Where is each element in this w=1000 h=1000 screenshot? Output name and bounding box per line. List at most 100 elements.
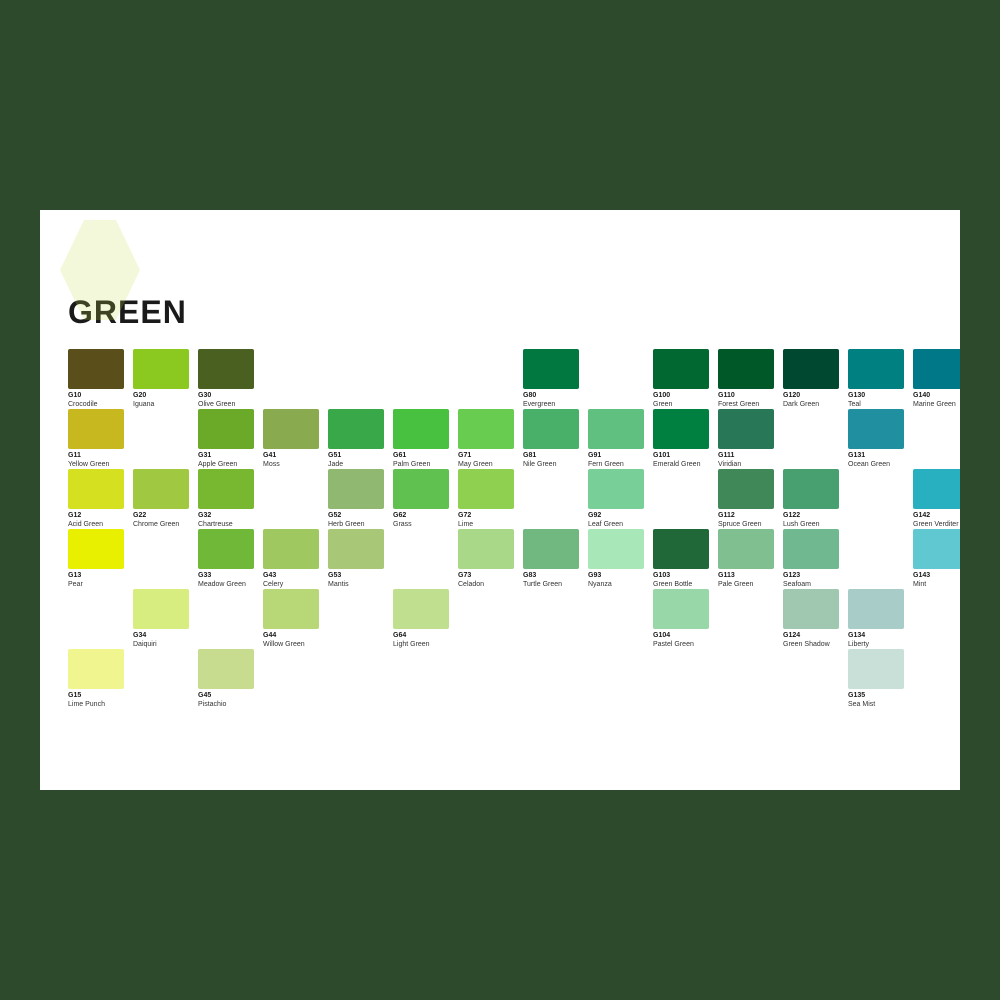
swatch-label: G120Dark Green xyxy=(783,391,819,409)
swatch-label: G81Nile Green xyxy=(523,451,556,469)
color-column: G140Marine GreenG142Green VerditerG143Mi… xyxy=(913,349,960,707)
swatch-cell: G10Crocodile xyxy=(68,349,128,407)
swatch-label: G61Palm Green xyxy=(393,451,430,469)
swatch-cell xyxy=(133,409,193,467)
swatch-box xyxy=(68,469,124,509)
swatch-label: G45Pistachio xyxy=(198,691,226,709)
swatch-label: G134Liberty xyxy=(848,631,869,649)
swatch-cell: G31Apple Green xyxy=(198,409,258,467)
swatch-label: G10Crocodile xyxy=(68,391,98,409)
swatch-cell: G15Lime Punch xyxy=(68,649,128,707)
swatch-cell: G134Liberty xyxy=(848,589,908,647)
swatch-label: G20Iguana xyxy=(133,391,154,409)
swatch-cell xyxy=(653,649,713,707)
swatch-cell: G123Seafoam xyxy=(783,529,843,587)
swatch-label: G80Evergreen xyxy=(523,391,555,409)
swatch-label: G130Teal xyxy=(848,391,865,409)
swatch-box xyxy=(133,469,189,509)
swatch-cell xyxy=(588,589,648,647)
swatch-cell xyxy=(588,649,648,707)
swatch-box xyxy=(783,349,839,389)
swatch-cell xyxy=(263,349,323,407)
swatch-cell xyxy=(198,589,258,647)
swatch-cell: G64Light Green xyxy=(393,589,453,647)
swatch-cell: G52Herb Green xyxy=(328,469,388,527)
swatch-cell xyxy=(913,589,960,647)
swatch-box xyxy=(263,529,319,569)
swatch-label: G62Grass xyxy=(393,511,412,529)
swatch-cell: G43Celery xyxy=(263,529,323,587)
swatch-cell xyxy=(458,349,518,407)
swatch-cell xyxy=(393,529,453,587)
swatch-box xyxy=(458,529,514,569)
swatch-label: G103Green Bottle xyxy=(653,571,692,589)
swatch-box xyxy=(913,349,960,389)
swatch-cell: G30Olive Green xyxy=(198,349,258,407)
swatch-label: G142Green Verditer xyxy=(913,511,959,529)
swatch-cell xyxy=(588,349,648,407)
swatch-box xyxy=(68,529,124,569)
swatch-cell: G12Acid Green xyxy=(68,469,128,527)
color-column: G100GreenG101Emerald GreenG103Green Bott… xyxy=(653,349,713,707)
swatch-box xyxy=(523,349,579,389)
swatch-cell: G120Dark Green xyxy=(783,349,843,407)
swatch-cell xyxy=(393,649,453,707)
swatch-box xyxy=(393,469,449,509)
swatch-cell: G33Meadow Green xyxy=(198,529,258,587)
swatch-cell: G72Lime xyxy=(458,469,518,527)
color-column: G130TealG131Ocean Green G134Liberty G135Se… xyxy=(848,349,908,707)
swatch-label: G31Apple Green xyxy=(198,451,237,469)
swatch-cell xyxy=(783,649,843,707)
swatch-label: G64Light Green xyxy=(393,631,430,649)
swatch-box xyxy=(718,529,774,569)
swatch-cell xyxy=(263,469,323,527)
swatch-label: G32Chartreuse xyxy=(198,511,233,529)
swatch-cell: G110Forest Green xyxy=(718,349,778,407)
swatch-label: G41Moss xyxy=(263,451,280,469)
swatch-cell xyxy=(848,529,908,587)
swatch-cell xyxy=(848,469,908,527)
swatch-label: G34Daiquiri xyxy=(133,631,157,649)
swatch-cell xyxy=(913,409,960,467)
swatch-box xyxy=(198,529,254,569)
swatch-cell: G131Ocean Green xyxy=(848,409,908,467)
swatch-cell xyxy=(653,469,713,527)
swatch-cell: G61Palm Green xyxy=(393,409,453,467)
swatch-cell: G104Pastel Green xyxy=(653,589,713,647)
swatch-cell: G62Grass xyxy=(393,469,453,527)
swatch-box xyxy=(393,589,449,629)
swatch-cell xyxy=(133,649,193,707)
swatch-label: G124Green Shadow xyxy=(783,631,830,649)
swatch-label: G143Mint xyxy=(913,571,930,589)
swatch-box xyxy=(718,409,774,449)
swatch-box xyxy=(198,409,254,449)
color-column: G80Evergreen G81Nile Green G83Turtle Green xyxy=(523,349,583,707)
swatch-cell: G32Chartreuse xyxy=(198,469,258,527)
swatch-cell: G113Pale Green xyxy=(718,529,778,587)
swatch-cell: G122Lush Green xyxy=(783,469,843,527)
swatch-cell: G142Green Verditer xyxy=(913,469,960,527)
swatch-label: G111Viridian xyxy=(718,451,741,469)
swatch-box xyxy=(198,349,254,389)
swatch-box xyxy=(393,409,449,449)
swatch-cell: G124Green Shadow xyxy=(783,589,843,647)
swatch-box xyxy=(783,589,839,629)
swatch-label: G43Celery xyxy=(263,571,283,589)
swatch-box xyxy=(328,469,384,509)
swatch-label: G135Sea Mist xyxy=(848,691,875,709)
swatch-box xyxy=(783,469,839,509)
color-column: G71May GreenG72Lime G73Celadon xyxy=(458,349,518,707)
swatch-box xyxy=(588,409,644,449)
swatch-cell xyxy=(133,529,193,587)
swatch-cell xyxy=(523,469,583,527)
swatch-label: G52Herb Green xyxy=(328,511,365,529)
swatch-box xyxy=(133,349,189,389)
swatch-label: G71May Green xyxy=(458,451,493,469)
swatch-cell: G83Turtle Green xyxy=(523,529,583,587)
swatch-label: G53Mantis xyxy=(328,571,349,589)
swatch-label: G83Turtle Green xyxy=(523,571,562,589)
swatch-box xyxy=(848,409,904,449)
swatch-label: G73Celadon xyxy=(458,571,484,589)
swatch-cell xyxy=(458,649,518,707)
swatch-cell: G44Willow Green xyxy=(263,589,323,647)
